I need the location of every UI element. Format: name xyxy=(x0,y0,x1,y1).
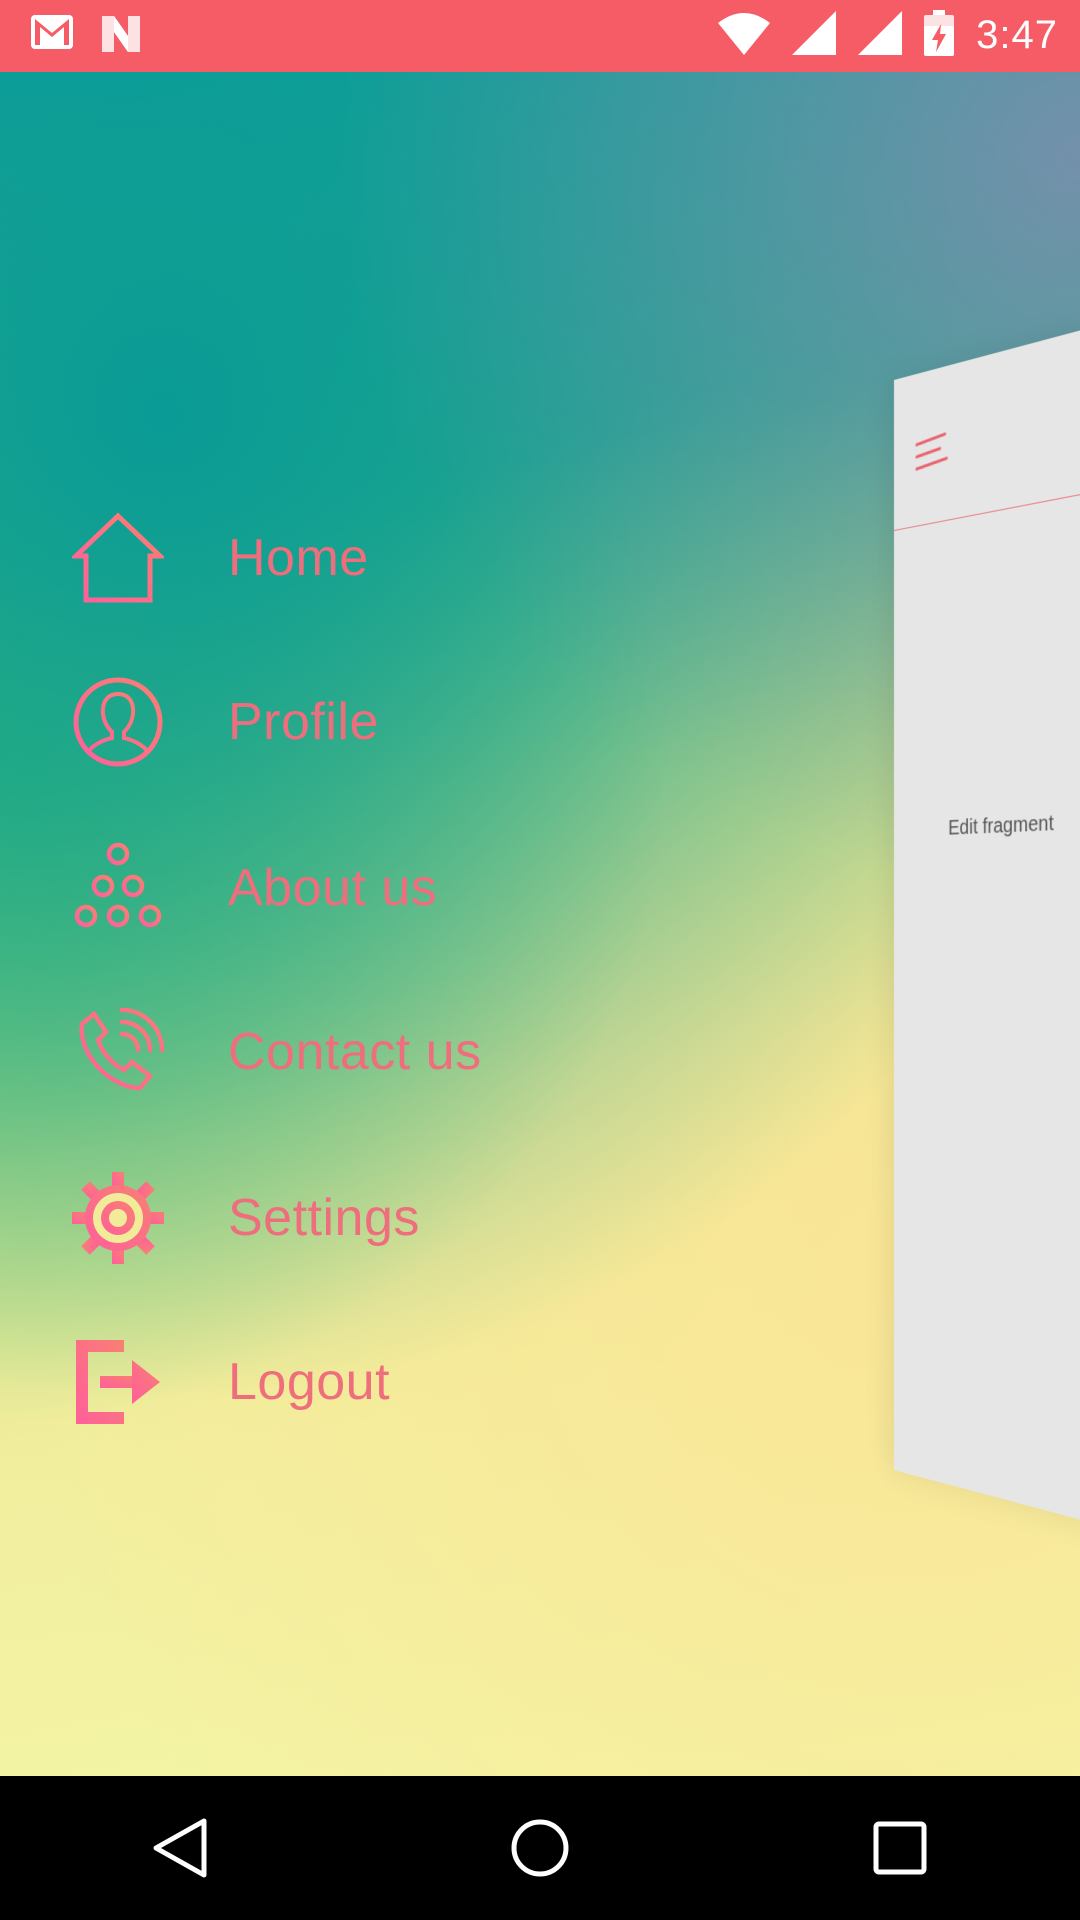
navigation-bar xyxy=(0,1776,1080,1920)
menu-item-home[interactable]: Home xyxy=(72,508,632,608)
notification-n-icon xyxy=(100,14,142,59)
content-preview[interactable]: Edit fragment xyxy=(894,380,1080,1470)
menu-item-label: Contact us xyxy=(228,1022,482,1082)
menu-item-contact[interactable]: Contact us xyxy=(72,1002,632,1102)
menu-item-about[interactable]: About us xyxy=(72,838,632,938)
content-card[interactable]: Edit fragment xyxy=(894,273,1080,1577)
menu-item-profile[interactable]: Profile xyxy=(72,672,632,772)
gmail-icon xyxy=(30,14,74,59)
status-bar: 3:47 xyxy=(0,0,1080,72)
back-icon[interactable] xyxy=(140,1808,220,1888)
battery-charging-icon xyxy=(924,10,954,61)
menu-item-label: About us xyxy=(228,858,437,918)
wifi-icon xyxy=(718,11,770,60)
menu-item-label: Settings xyxy=(228,1188,420,1248)
signal-icon xyxy=(792,11,836,60)
logout-icon xyxy=(72,1336,164,1428)
about-icon xyxy=(72,842,164,934)
hamburger-menu-icon[interactable] xyxy=(915,429,948,477)
home-icon xyxy=(72,512,164,604)
status-clock: 3:47 xyxy=(976,13,1058,58)
profile-icon xyxy=(72,676,164,768)
menu-item-logout[interactable]: Logout xyxy=(72,1332,632,1432)
phone-icon xyxy=(72,1006,164,1098)
gear-icon xyxy=(72,1172,164,1264)
recents-icon[interactable] xyxy=(860,1808,940,1888)
menu-item-label: Home xyxy=(228,528,369,588)
signal-icon xyxy=(858,11,902,60)
menu-item-label: Profile xyxy=(228,692,379,752)
menu-item-settings[interactable]: Settings xyxy=(72,1168,632,1268)
fragment-text: Edit fragment xyxy=(948,812,1053,841)
home-circle-icon[interactable] xyxy=(500,1808,580,1888)
menu-item-label: Logout xyxy=(228,1352,390,1412)
